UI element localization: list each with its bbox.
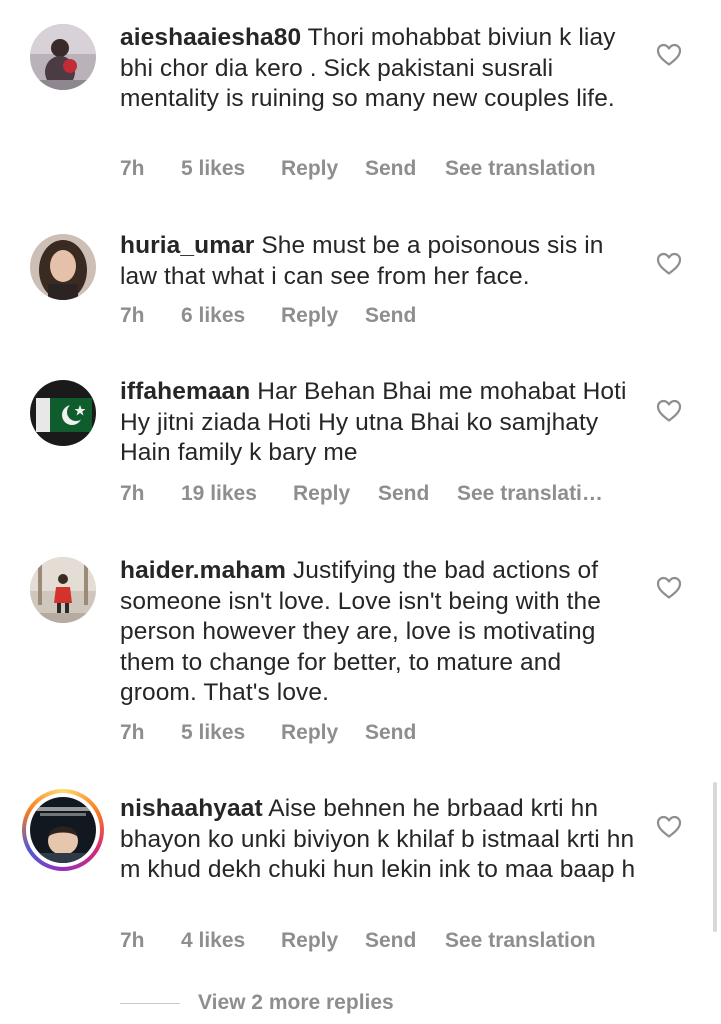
comment-likes[interactable]: 5 likes (181, 154, 245, 184)
comment-time: 7h (120, 721, 145, 744)
comment-time: 7h (120, 482, 145, 505)
comment-likes[interactable]: 4 likes (181, 926, 245, 956)
see-translation-button[interactable]: See translati… (457, 479, 603, 509)
avatar[interactable] (30, 380, 96, 446)
reply-button[interactable]: Reply (281, 301, 338, 331)
heart-outline-icon[interactable] (656, 43, 682, 67)
send-button[interactable]: Send (365, 718, 416, 748)
comment-time: 7h (120, 304, 145, 327)
comment-username[interactable]: nishaahyaat (120, 795, 263, 822)
comment-text: aieshaaiesha80 Thori mohabbat biviun k l… (120, 23, 640, 115)
comment-text: iffahemaan Har Behan Bhai me mohabat Hot… (120, 377, 640, 469)
send-button[interactable]: Send (365, 301, 416, 331)
send-button[interactable]: Send (365, 154, 416, 184)
comment-time: 7h (120, 157, 145, 180)
heart-outline-icon[interactable] (656, 252, 682, 276)
scrollbar[interactable] (713, 782, 717, 932)
send-button[interactable]: Send (365, 926, 416, 956)
comment-username[interactable]: haider.maham (120, 557, 286, 584)
avatar[interactable] (30, 797, 96, 863)
comment-username[interactable]: iffahemaan (120, 378, 250, 405)
heart-outline-icon[interactable] (656, 815, 682, 839)
heart-outline-icon[interactable] (656, 399, 682, 423)
reply-button[interactable]: Reply (281, 154, 338, 184)
comment-time: 7h (120, 929, 145, 952)
comment-likes[interactable]: 5 likes (181, 718, 245, 748)
comment-text: nishaahyaat Aise behnen he brbaad krti h… (120, 794, 640, 886)
comment-likes[interactable]: 19 likes (181, 479, 257, 509)
comment-text: haider.maham Justifying the bad actions … (120, 556, 640, 709)
comment-likes[interactable]: 6 likes (181, 301, 245, 331)
avatar[interactable] (30, 234, 96, 300)
view-more-replies-label[interactable]: View 2 more replies (198, 988, 394, 1018)
see-translation-button[interactable]: See translation (445, 926, 596, 956)
view-more-replies[interactable]: View 2 more replies (120, 988, 520, 1018)
reply-button[interactable]: Reply (281, 926, 338, 956)
comment-username[interactable]: huria_umar (120, 232, 254, 259)
replies-divider-line (120, 1003, 180, 1004)
comment-username[interactable]: aieshaaiesha80 (120, 24, 301, 51)
story-ring[interactable] (22, 789, 104, 871)
see-translation-button[interactable]: See translation (445, 154, 596, 184)
send-button[interactable]: Send (378, 479, 429, 509)
avatar[interactable] (30, 557, 96, 623)
reply-button[interactable]: Reply (281, 718, 338, 748)
reply-button[interactable]: Reply (293, 479, 350, 509)
comment-text: huria_umar She must be a poisonous sis i… (120, 231, 640, 292)
avatar[interactable] (30, 24, 96, 90)
heart-outline-icon[interactable] (656, 576, 682, 600)
